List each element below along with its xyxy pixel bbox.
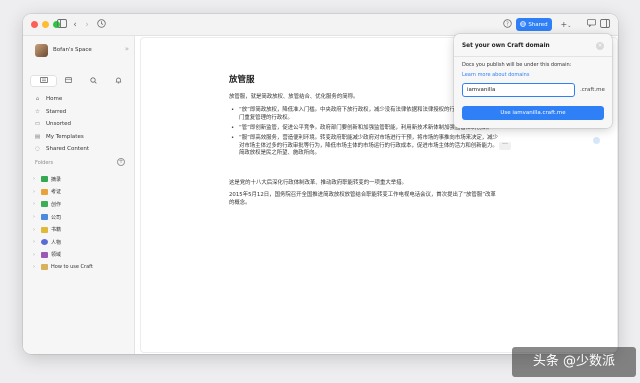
document-icon [39, 77, 48, 85]
sidebar-item-home[interactable]: ⌂ Home [31, 93, 131, 106]
learn-more-link[interactable]: Learn more about domains [462, 72, 529, 78]
collapse-sidebar-icon[interactable]: » [125, 45, 129, 53]
chevron-right-icon[interactable]: › [33, 189, 38, 195]
folder-item[interactable]: › 领域 [33, 249, 129, 262]
popover-description: Docs you publish will be under this doma… [462, 62, 572, 68]
chevron-right-icon[interactable]: › [33, 214, 38, 220]
chevron-right-icon[interactable]: › [33, 252, 38, 258]
domain-suffix: .craft.me [580, 87, 605, 93]
bell-icon [115, 77, 122, 86]
sidebar-item-shared-content[interactable]: ◌ Shared Content [31, 143, 131, 156]
folder-item[interactable]: › 公司 [33, 211, 129, 224]
book-icon [41, 264, 48, 271]
doc-paragraph[interactable]: 2015年5月12日，国务院召开全国推进简政放权放管结合职能转变工作电视电话会议… [229, 192, 499, 207]
folder-item[interactable]: › 人物 [33, 236, 129, 249]
folder-label: 书籍 [51, 227, 62, 234]
use-domain-button[interactable]: Use iamvanilla.craft.me [462, 106, 604, 120]
building-icon [41, 214, 48, 221]
add-menu-button[interactable]: +⌄ [556, 18, 576, 31]
sidebar-nav: ⌂ Home ☆ Starred ▭ Unsorted ▤ My Templat… [31, 93, 131, 156]
scroll-indicator[interactable] [593, 137, 600, 144]
sidebar-item-starred[interactable]: ☆ Starred [31, 106, 131, 119]
help-icon[interactable]: ? [501, 19, 513, 31]
domain-input[interactable] [462, 83, 575, 97]
sidebar-item-label: Unsorted [46, 121, 72, 128]
space-switcher[interactable]: Bofan's Space » [35, 44, 129, 58]
avatar [35, 44, 48, 57]
inbox-icon: ▭ [34, 121, 41, 128]
field-icon [41, 251, 48, 258]
watermark: 头条 @少数派 [512, 347, 636, 377]
sidebar-item-label: Home [46, 96, 63, 103]
minimize-window-button[interactable] [42, 21, 49, 28]
chevron-right-icon[interactable]: › [33, 227, 38, 233]
folder-label: 创作 [51, 201, 62, 208]
template-icon: ▤ [34, 133, 41, 140]
folder-item[interactable]: › How to use Craft [33, 261, 129, 274]
folder-item[interactable]: › 创作 [33, 198, 129, 211]
chevron-right-icon[interactable]: › [33, 264, 38, 270]
folder-label: 公司 [51, 214, 62, 221]
chevron-right-icon[interactable]: › [33, 176, 38, 182]
comments-icon[interactable] [585, 19, 597, 31]
shared-button-label: Shared [528, 21, 548, 28]
sidebar-item-unsorted[interactable]: ▭ Unsorted [31, 118, 131, 131]
pen-icon [41, 188, 48, 195]
svg-text:?: ? [506, 21, 509, 27]
tab-documents[interactable] [31, 76, 56, 86]
more-options-button[interactable]: ··· [499, 142, 511, 150]
home-icon: ⌂ [35, 96, 40, 103]
sidebar-item-label: Starred [46, 108, 67, 115]
sidebar-item-label: Shared Content [46, 146, 89, 153]
pencil-icon [41, 201, 48, 208]
folder-label: 人物 [51, 239, 62, 246]
folders-header: Folders [35, 160, 54, 166]
back-icon[interactable]: ‹ [69, 19, 81, 31]
sidebar-item-my-templates[interactable]: ▤ My Templates [31, 131, 131, 144]
right-panel-toggle-icon[interactable] [599, 19, 611, 31]
sidebar-tabs [31, 76, 131, 88]
share-icon: ◌ [35, 146, 40, 153]
tab-calendar[interactable] [56, 76, 81, 86]
titlebar: ‹ › ? Shared +⌄ [23, 14, 618, 36]
tab-search[interactable] [81, 76, 106, 86]
globe-icon [520, 20, 527, 29]
close-icon[interactable]: × [596, 42, 604, 50]
chevron-right-icon[interactable]: › [33, 239, 38, 245]
popover-title: Set your own Craft domain [462, 43, 550, 49]
folder-label: 摘录 [51, 176, 62, 183]
domain-popover: Set your own Craft domain × Docs you pub… [454, 34, 612, 128]
add-folder-button[interactable]: + [117, 158, 125, 166]
space-name: Bofan's Space [53, 47, 92, 53]
list-item[interactable]: “服”即高效服务，营造便利环境。转变政府职能减少政府对市场进行干预，将市场的事推… [229, 135, 499, 158]
folder-item[interactable]: › 考证 [33, 186, 129, 199]
history-icon[interactable] [95, 19, 107, 31]
shared-button[interactable]: Shared [516, 18, 552, 31]
calendar-icon [65, 77, 72, 85]
sidebar-toggle-icon[interactable] [56, 19, 68, 31]
doc-paragraph[interactable]: 这是党的十八大后深化行政体制改革、推动政府职能转变的一项重大举措。 [229, 180, 499, 188]
chevron-right-icon[interactable]: › [33, 201, 38, 207]
forward-icon[interactable]: › [81, 19, 93, 31]
close-window-button[interactable] [31, 21, 38, 28]
tab-notifications[interactable] [106, 76, 131, 86]
page-title[interactable]: 放管服 [229, 73, 255, 85]
sidebar-item-label: My Templates [46, 133, 84, 140]
folder-label: How to use Craft [51, 264, 93, 271]
divider [454, 56, 612, 57]
folder-item[interactable]: › 书籍 [33, 223, 129, 236]
chevron-down-icon: ⌄ [567, 23, 572, 29]
folder-item[interactable]: › 摘录 [33, 173, 129, 186]
folder-label: 领域 [51, 252, 62, 259]
folder-icon [41, 226, 48, 233]
sidebar: Bofan's Space » ⌂ Home ☆ Starred ▭ Unsor… [23, 36, 135, 354]
star-icon: ☆ [35, 108, 40, 115]
folder-icon [41, 176, 48, 183]
folder-label: 考证 [51, 189, 62, 196]
search-icon [90, 76, 97, 86]
folder-list: › 摘录 › 考证 › 创作 › 公司 › 书籍 › 人物 › 领域 › How… [33, 173, 129, 274]
person-icon [41, 239, 48, 246]
